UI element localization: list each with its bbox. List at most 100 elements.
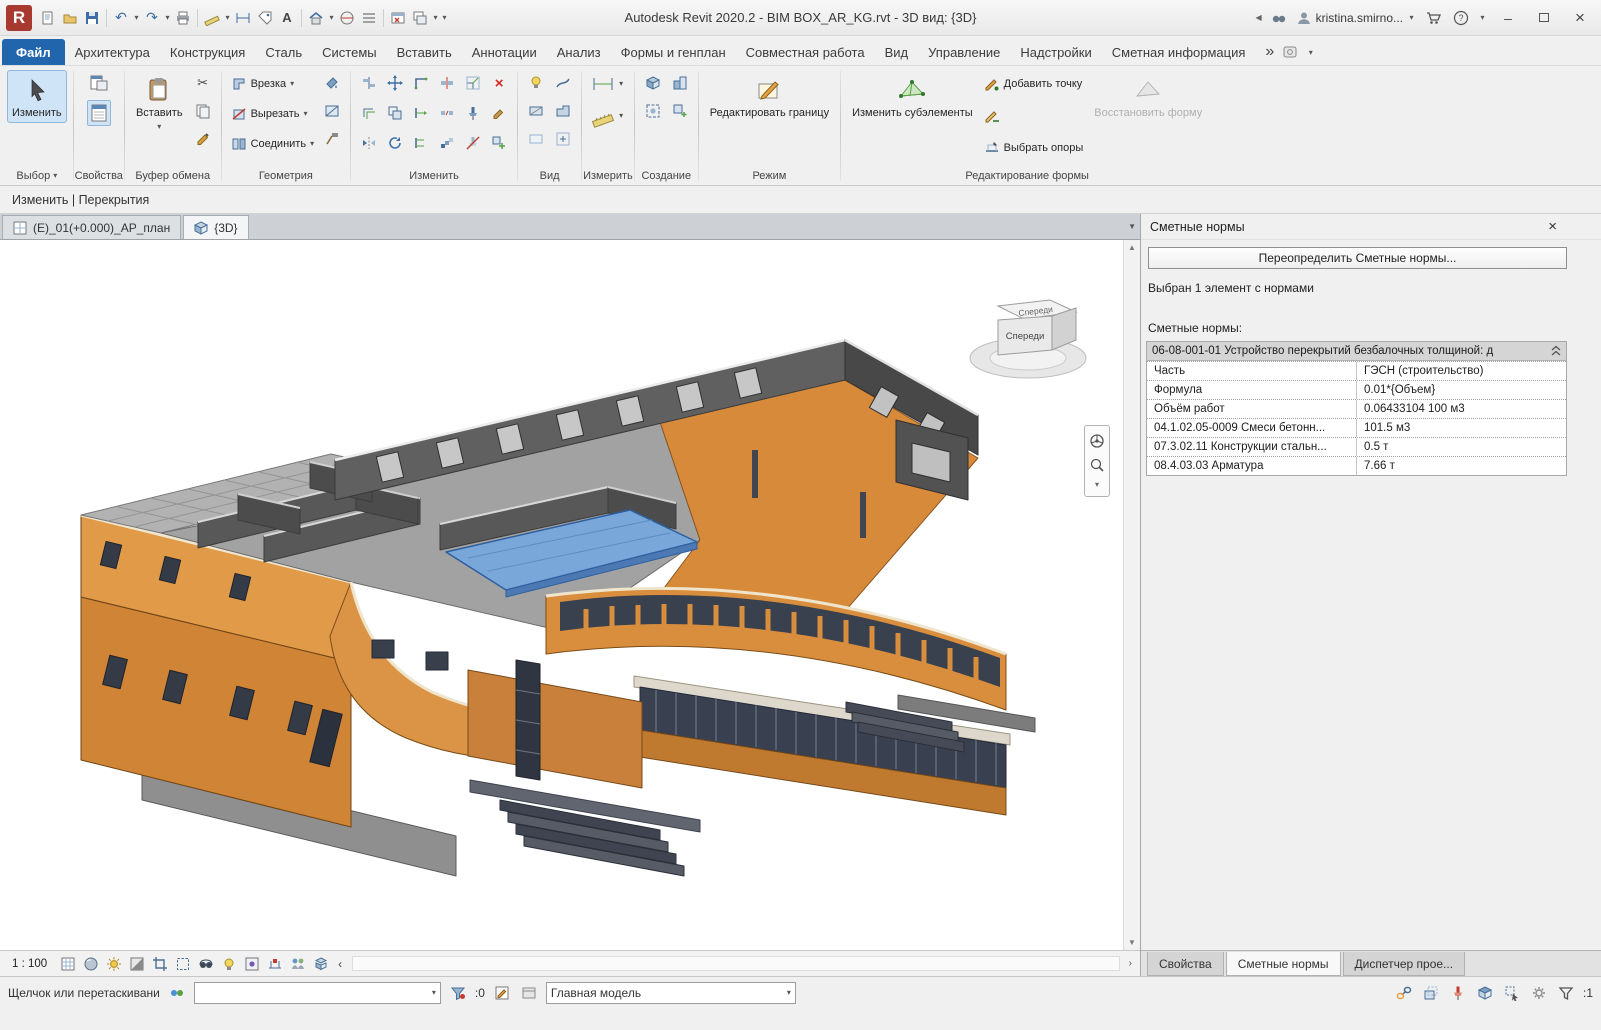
- trim-extend-multiple-icon[interactable]: [409, 130, 433, 156]
- select-links-icon[interactable]: [1394, 983, 1414, 1003]
- visual-style-icon[interactable]: [80, 954, 101, 974]
- dimension-caret[interactable]: ▾: [619, 112, 623, 120]
- view-tab-plan[interactable]: (E)_01(+0.000)_АР_план: [2, 215, 181, 239]
- displacement-icon[interactable]: [310, 954, 331, 974]
- properties-palette-icon[interactable]: [87, 100, 111, 126]
- pick-supports-button[interactable]: Выбрать опоры: [981, 134, 1087, 162]
- cut-to-clipboard-icon[interactable]: ✂: [191, 70, 215, 96]
- help-icon[interactable]: ?: [1450, 6, 1472, 30]
- search-binoculars-icon[interactable]: [1268, 6, 1290, 30]
- ribbon-state-icon[interactable]: [1282, 44, 1298, 60]
- temporary-hide-isolate-icon[interactable]: [195, 954, 216, 974]
- settings-gear-icon[interactable]: [1529, 983, 1549, 1003]
- demolish-icon[interactable]: [320, 126, 344, 152]
- paint-icon[interactable]: [320, 70, 344, 96]
- panel-tab-project-browser[interactable]: Диспетчер прое...: [1343, 952, 1466, 976]
- tab-analyze[interactable]: Анализ: [547, 39, 611, 65]
- table-row[interactable]: 08.4.03.03 Арматура7.66 т: [1147, 456, 1566, 475]
- table-row[interactable]: 07.3.02.11 Конструкции стальн...0.5 т: [1147, 437, 1566, 456]
- create-similar-icon[interactable]: [487, 130, 511, 156]
- switch-windows-caret[interactable]: ▾: [431, 13, 440, 22]
- split-element-icon[interactable]: [435, 70, 459, 96]
- table-row[interactable]: ЧастьГЭСН (строительство): [1147, 361, 1566, 380]
- scale-icon[interactable]: [461, 70, 485, 96]
- measure-caret[interactable]: ▾: [223, 13, 232, 22]
- array-icon[interactable]: [435, 130, 459, 156]
- detail-level-icon[interactable]: [57, 954, 78, 974]
- trim-corner-icon[interactable]: [409, 70, 433, 96]
- collapse-chevron-icon[interactable]: [1551, 345, 1561, 357]
- viewcube[interactable]: Спереди Спереди: [970, 300, 1086, 378]
- table-row[interactable]: 04.1.02.05-0009 Смеси бетонн...101.5 м3: [1147, 418, 1566, 437]
- create-similar-element-icon[interactable]: [668, 98, 692, 124]
- dimension-button[interactable]: ▾: [588, 102, 626, 130]
- tab-massing-site[interactable]: Формы и генплан: [611, 39, 736, 65]
- selection-filter-icon[interactable]: [448, 983, 468, 1003]
- tab-systems[interactable]: Системы: [312, 39, 386, 65]
- tab-structure[interactable]: Конструкция: [160, 39, 255, 65]
- show-constraints-icon[interactable]: [264, 954, 285, 974]
- open-icon[interactable]: [59, 6, 81, 30]
- worksharing-display-icon[interactable]: [287, 954, 308, 974]
- join-button[interactable]: Соединить▾: [228, 130, 318, 158]
- paste-caret[interactable]: ▾: [157, 123, 161, 131]
- close-inactive-windows-icon[interactable]: [387, 6, 409, 30]
- redo-button[interactable]: ↷: [141, 6, 163, 30]
- copy-to-clipboard-icon[interactable]: [191, 98, 215, 124]
- mirror-pick-axis-icon[interactable]: [357, 130, 381, 156]
- copy-icon[interactable]: [383, 100, 407, 126]
- vertical-scrollbar[interactable]: ▲ ▼: [1123, 240, 1140, 950]
- cut-geometry-caret[interactable]: ▾: [304, 110, 308, 118]
- scroll-up-icon[interactable]: ▲: [1128, 243, 1136, 252]
- qat-customize-caret[interactable]: ▾: [440, 13, 449, 22]
- worksets-dialog-icon[interactable]: [519, 983, 539, 1003]
- tab-view[interactable]: Вид: [875, 39, 919, 65]
- cut-profile-icon[interactable]: [551, 98, 575, 124]
- maximize-button[interactable]: [1529, 5, 1559, 31]
- unpin-icon[interactable]: [461, 130, 485, 156]
- tab-collaborate[interactable]: Совместная работа: [736, 39, 875, 65]
- panel-close-icon[interactable]: ×: [1548, 218, 1557, 235]
- undo-button[interactable]: ↶: [110, 6, 132, 30]
- tab-manage[interactable]: Управление: [918, 39, 1010, 65]
- shadows-icon[interactable]: [126, 954, 147, 974]
- cut-geometry-button[interactable]: Вырезать▾: [228, 100, 318, 128]
- tab-insert[interactable]: Вставить: [387, 39, 462, 65]
- text-icon[interactable]: A: [276, 6, 298, 30]
- tab-estimate-info[interactable]: Сметная информация: [1102, 39, 1256, 65]
- match-properties-icon[interactable]: [487, 100, 511, 126]
- measure-between-button[interactable]: ▾: [588, 70, 626, 98]
- sun-path-icon[interactable]: [103, 954, 124, 974]
- rotate-icon[interactable]: [383, 130, 407, 156]
- 3d-view-caret[interactable]: ▾: [327, 13, 336, 22]
- navbar-caret[interactable]: ▾: [1095, 481, 1099, 489]
- filter-icon[interactable]: [1556, 983, 1576, 1003]
- select-group-caret[interactable]: ▾: [53, 172, 57, 180]
- editable-only-icon[interactable]: [492, 983, 512, 1003]
- table-row[interactable]: Формула0.01*{Объем}: [1147, 380, 1566, 399]
- trim-extend-single-icon[interactable]: [409, 100, 433, 126]
- join-caret[interactable]: ▾: [310, 140, 314, 148]
- select-underlay-icon[interactable]: [1421, 983, 1441, 1003]
- drag-on-selection-icon[interactable]: [1502, 983, 1522, 1003]
- search-collapse-icon[interactable]: ◀: [1255, 13, 1261, 22]
- match-type-icon[interactable]: [191, 126, 215, 152]
- undo-caret[interactable]: ▾: [132, 13, 141, 22]
- ribbon-state-caret[interactable]: ▾: [1306, 48, 1315, 57]
- hide-elements-icon[interactable]: [524, 98, 548, 124]
- delete-icon[interactable]: ×: [487, 70, 511, 96]
- panel-tab-norms[interactable]: Сметные нормы: [1226, 952, 1341, 976]
- tab-addins[interactable]: Надстройки: [1010, 39, 1101, 65]
- add-point-button[interactable]: Добавить точку: [981, 70, 1087, 98]
- tab-annotate[interactable]: Аннотации: [462, 39, 547, 65]
- tag-icon[interactable]: [254, 6, 276, 30]
- pin-icon[interactable]: [461, 100, 485, 126]
- help-caret[interactable]: ▾: [1478, 13, 1487, 22]
- override-norms-button[interactable]: Переопределить Сметные нормы...: [1148, 247, 1567, 269]
- reveal-hidden-icon[interactable]: [218, 954, 239, 974]
- steering-wheel-icon[interactable]: [1089, 433, 1105, 449]
- create-assembly-icon[interactable]: [668, 70, 692, 96]
- save-icon[interactable]: [81, 6, 103, 30]
- unhide-elements-icon[interactable]: [524, 126, 548, 152]
- select-pinned-icon[interactable]: [1448, 983, 1468, 1003]
